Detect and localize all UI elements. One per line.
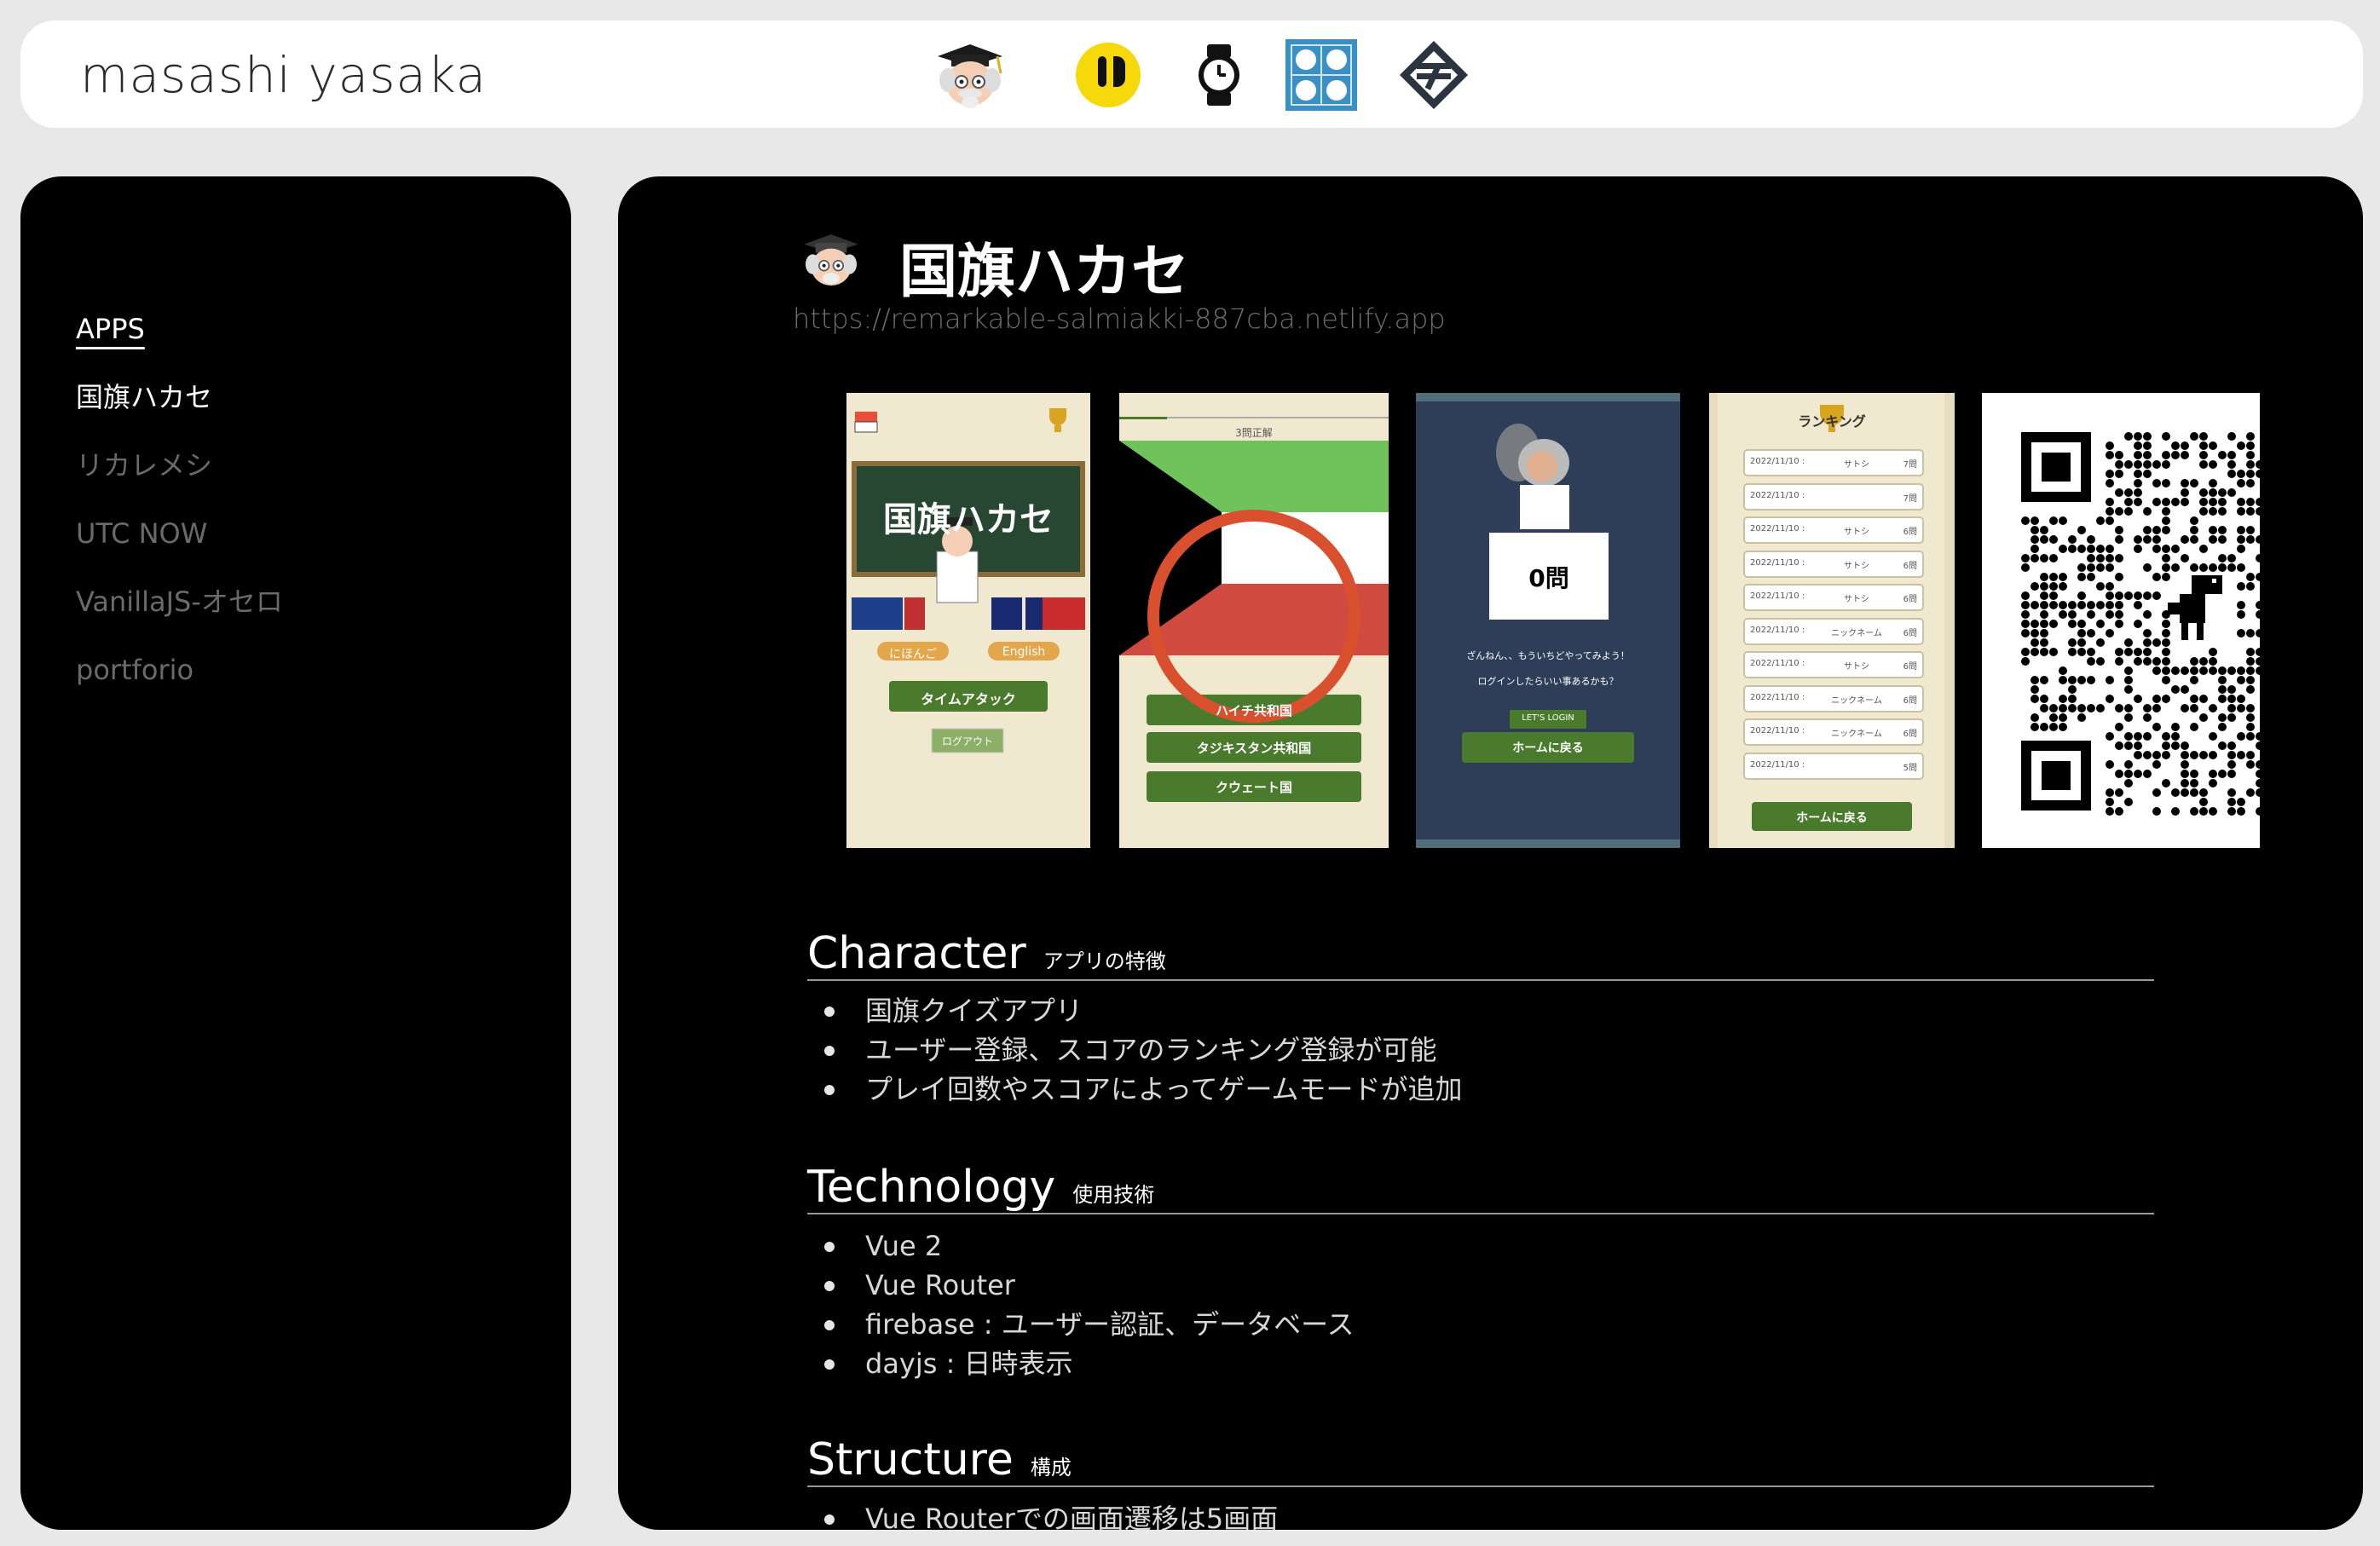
section-subtitle: 構成 [1030, 1456, 1072, 1480]
ranking-name: サトシ [1844, 460, 1869, 470]
screen1-time-attack: タイムアタック [921, 691, 1016, 707]
sidebar-item-apps[interactable]: APPS [76, 313, 283, 345]
ranking-row: 2022/11/10 : サトシ 6問 [1743, 550, 1924, 578]
ranking-name: サトシ [1844, 662, 1869, 672]
section-subtitle: アプリの特徴 [1043, 949, 1166, 973]
sidebar-item-othello[interactable]: VanillaJS-オセロ [76, 586, 283, 618]
ranking-name: ニックネーム [1831, 730, 1882, 739]
screen2-choice3: クウェート国 [1215, 780, 1292, 795]
ranking-date: 2022/11/10 : [1750, 759, 1805, 770]
screen1-lang-en: English [1002, 645, 1046, 659]
list-item: firebase : ユーザー認証、データベース [824, 1305, 1354, 1344]
list-item: Vue Routerでの画面遷移は5画面 [824, 1499, 1278, 1530]
screenshot-result[interactable]: 0問 ざんねん、、もういちどやってみよう！ ログインしたらいい事あるかも？ LE… [1416, 393, 1680, 848]
ranking-row: 2022/11/10 : ニックネーム 6問 [1743, 617, 1924, 645]
ranking-date: 2022/11/10 : [1750, 524, 1805, 534]
screen3-score: 0問 [1528, 564, 1569, 592]
sidebar-item-kokki-hakase[interactable]: 国旗ハカセ [76, 381, 283, 413]
ranking-date: 2022/11/10 : [1750, 557, 1805, 568]
sidebar: APPS 国旗ハカセ リカレメシ UTC NOW VanillaJS-オセロ p… [20, 176, 571, 1530]
utc-now-icon[interactable] [1178, 34, 1260, 116]
list-item: dayjs : 日時表示 [824, 1344, 1354, 1383]
screen3-login: LET'S LOGIN [1522, 713, 1574, 723]
character-list: 国旗クイズアプリ ユーザー登録、スコアのランキング登録が可能 プレイ回数やスコア… [824, 991, 1462, 1109]
ranking-score: 6問 [1903, 662, 1917, 672]
ranking-name: ニックネーム [1831, 628, 1882, 638]
screen2-progress: 3問正解 [1235, 427, 1273, 439]
section-technology-heading: Technology 使用技術 [807, 1162, 2154, 1214]
main-panel: 国旗ハカセ https://remarkable-salmiakki-887cb… [618, 176, 2363, 1530]
screen3-msg2: ログインしたらいい事あるかも？ [1477, 676, 1619, 687]
ranking-score: 7問 [1903, 493, 1917, 504]
ranking-row: 2022/11/10 : サトシ 6問 [1743, 516, 1924, 544]
screen4-title: ランキング [1798, 413, 1866, 430]
ranking-row: 2022/11/10 : ニックネーム 6問 [1743, 718, 1924, 746]
ranking-date: 2022/11/10 : [1750, 625, 1805, 635]
ranking-date: 2022/11/10 : [1750, 692, 1805, 702]
screen1-logout: ログアウト [941, 736, 993, 747]
section-character-heading: Character アプリの特徴 [807, 928, 2154, 981]
ranking-score: 6問 [1903, 561, 1917, 571]
section-subtitle: 使用技術 [1072, 1183, 1155, 1207]
ranking-score: 6問 [1903, 628, 1917, 638]
ranking-name: サトシ [1844, 595, 1869, 604]
screen2-choice1: ハイチ共和国 [1216, 703, 1292, 718]
ranking-score: 6問 [1903, 528, 1917, 537]
flag-hakase-icon[interactable] [929, 34, 1011, 116]
top-header: masashi yasaka [20, 20, 2363, 128]
professor-icon [797, 226, 865, 294]
ranking-date: 2022/11/10 : [1750, 659, 1805, 668]
list-item: プレイ回数やスコアによってゲームモードが追加 [824, 1070, 1462, 1109]
site-title[interactable]: masashi yasaka [80, 46, 487, 104]
ranking-score: 6問 [1903, 730, 1917, 739]
ranking-row: 2022/11/10 : サトシ 6問 [1743, 651, 1924, 678]
ranking-score: 6問 [1903, 595, 1917, 604]
sidebar-item-rikaremeshi[interactable]: リカレメシ [76, 449, 283, 482]
sidebar-item-portforio[interactable]: portforio [76, 654, 283, 686]
ranking-score: 6問 [1903, 695, 1917, 706]
othello-icon[interactable] [1280, 34, 1362, 116]
ranking-name: ニックネーム [1831, 695, 1882, 706]
list-item: 国旗クイズアプリ [824, 991, 1462, 1030]
screen1-lang-ja: にほんご [889, 648, 937, 661]
ranking-row: 2022/11/10 : 7問 [1743, 482, 1924, 511]
list-item: Vue 2 [824, 1226, 1354, 1266]
ranking-row: 2022/11/10 : 5問 [1743, 752, 1924, 780]
app-url-link[interactable]: https://remarkable-salmiakki-887cba.netl… [793, 303, 1446, 335]
screen1-title: 国旗ハカセ [883, 500, 1054, 539]
ranking-row: 2022/11/10 : サトシ 7問 [1743, 449, 1924, 476]
screen4-home: ホームに戻る [1796, 811, 1868, 825]
screen2-choice2: タジキスタン共和国 [1196, 741, 1312, 756]
ranking-date: 2022/11/10 : [1750, 591, 1805, 601]
ranking-date: 2022/11/10 : [1750, 457, 1805, 466]
ranking-name: サトシ [1844, 561, 1869, 571]
section-structure-heading: Structure 構成 [807, 1434, 2154, 1487]
ranking-score: 7問 [1903, 460, 1917, 470]
screenshot-ranking[interactable]: ランキング 2022/11/10 : サトシ 7問 2022/11/10 :7問 202… [1709, 393, 1955, 848]
screen3-msg1: ざんねん、、もういちどやってみよう！ [1466, 650, 1630, 661]
ranking-row: 2022/11/10 : ニックネーム 6問 [1743, 684, 1924, 712]
page-title: 国旗ハカセ [899, 239, 1190, 306]
section-title: Character [807, 928, 1026, 979]
ranking-date: 2022/11/10 : [1750, 490, 1805, 500]
ranking-name: サトシ [1844, 528, 1869, 537]
ranking-row: 2022/11/10 : サトシ 6問 [1743, 584, 1924, 611]
technology-list: Vue 2 Vue Router firebase : ユーザー認証、データベー… [824, 1226, 1354, 1383]
section-title: Technology [807, 1162, 1056, 1213]
sidebar-nav: APPS 国旗ハカセ リカレメシ UTC NOW VanillaJS-オセロ p… [76, 313, 283, 722]
structure-list: Vue Routerでの画面遷移は5画面 [824, 1499, 1278, 1530]
screenshot-home[interactable]: 国旗ハカセ にほんご English タイムアタック ログアウト [846, 393, 1090, 848]
list-item: ユーザー登録、スコアのランキング登録が可能 [824, 1030, 1462, 1070]
qr-code [1982, 393, 2260, 848]
screen3-home: ホームに戻る [1512, 741, 1584, 755]
section-title: Structure [807, 1434, 1014, 1485]
list-item: Vue Router [824, 1266, 1354, 1305]
portfolio-icon[interactable] [1393, 34, 1475, 116]
screenshot-quiz[interactable]: 3問正解 ハイチ共和国 タジキスタン共和国 クウェート国 [1119, 393, 1389, 848]
ranking-score: 5問 [1903, 763, 1917, 773]
rikaremeshi-icon[interactable] [1067, 34, 1149, 116]
ranking-date: 2022/11/10 : [1750, 726, 1805, 736]
sidebar-item-utc-now[interactable]: UTC NOW [76, 517, 283, 550]
